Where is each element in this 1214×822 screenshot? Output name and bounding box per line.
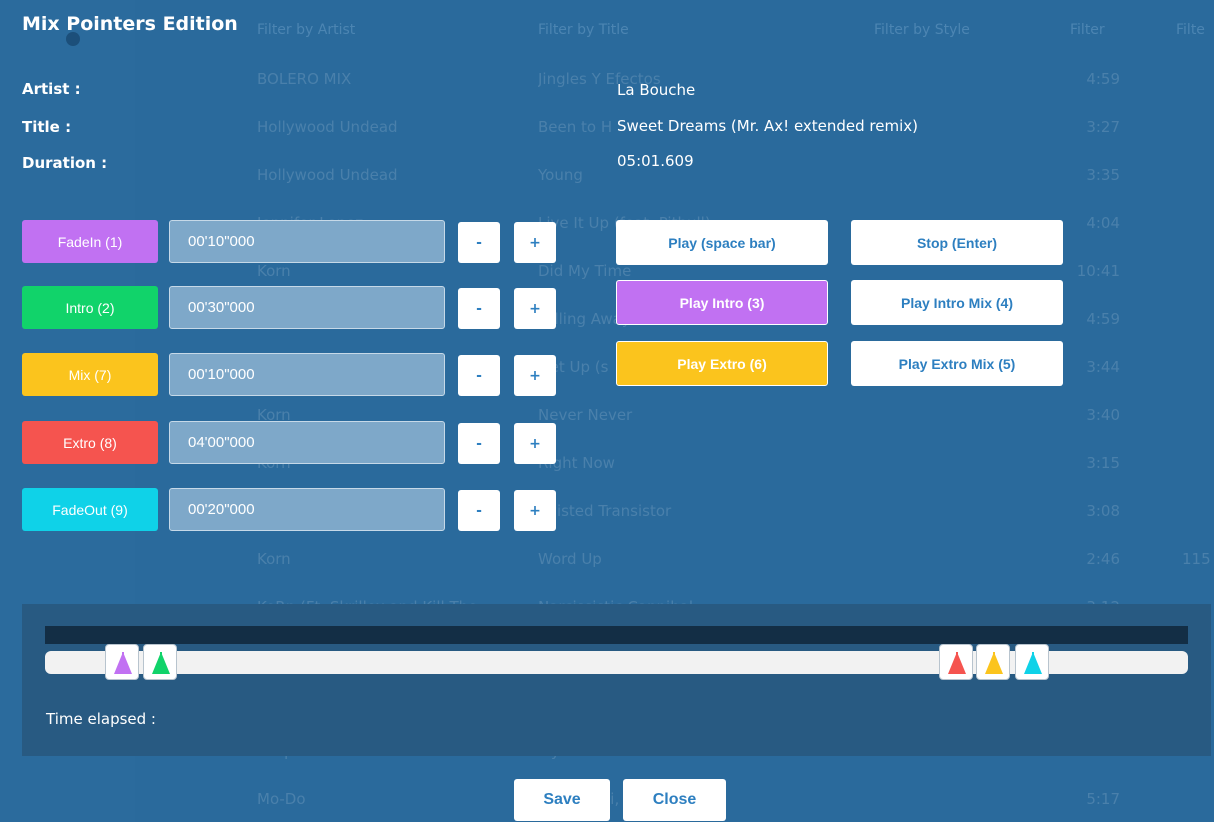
- fadeout-time-field[interactable]: 00'20"000: [169, 488, 445, 531]
- fadein-marker[interactable]: [105, 644, 139, 680]
- mix-pointers-dialog: Mix Pointers Edition Artist : Title : Du…: [0, 0, 1214, 822]
- fadeout-label: FadeOut (9): [22, 488, 158, 531]
- fadein-time-field[interactable]: 00'10"000: [169, 220, 445, 263]
- fadein-decrease-button[interactable]: -: [458, 222, 500, 263]
- close-button[interactable]: Close: [623, 779, 726, 821]
- fadeout-decrease-button[interactable]: -: [458, 490, 500, 531]
- artist-label: Artist :: [22, 80, 81, 98]
- fadeout-marker[interactable]: [1015, 644, 1049, 680]
- play-intro-mix-button[interactable]: Play Intro Mix (4): [851, 280, 1063, 325]
- intro-increase-button[interactable]: +: [514, 288, 556, 329]
- save-button[interactable]: Save: [514, 779, 610, 821]
- play-button[interactable]: Play (space bar): [616, 220, 828, 265]
- play-intro-button[interactable]: Play Intro (3): [616, 280, 828, 325]
- title-label: Title :: [22, 118, 72, 136]
- intro-marker[interactable]: [143, 644, 177, 680]
- extro-time-field[interactable]: 04'00"000: [169, 421, 445, 464]
- mix-decrease-button[interactable]: -: [458, 355, 500, 396]
- time-elapsed-label: Time elapsed :: [46, 710, 156, 728]
- intro-decrease-button[interactable]: -: [458, 288, 500, 329]
- duration-value: 05:01.609: [617, 152, 694, 170]
- extro-decrease-button[interactable]: -: [458, 423, 500, 464]
- extro-label: Extro (8): [22, 421, 158, 464]
- extro-increase-button[interactable]: +: [514, 423, 556, 464]
- duration-label: Duration :: [22, 154, 108, 172]
- mix-label: Mix (7): [22, 353, 158, 396]
- fadeout-increase-button[interactable]: +: [514, 490, 556, 531]
- mix-marker[interactable]: [976, 644, 1010, 680]
- extro-marker[interactable]: [939, 644, 973, 680]
- mix-increase-button[interactable]: +: [514, 355, 556, 396]
- intro-time-field[interactable]: 00'30"000: [169, 286, 445, 329]
- timeline-panel: Time elapsed :: [22, 604, 1211, 756]
- waveform-strip[interactable]: [45, 626, 1188, 644]
- intro-label: Intro (2): [22, 286, 158, 329]
- play-extro-mix-button[interactable]: Play Extro Mix (5): [851, 341, 1063, 386]
- play-extro-button[interactable]: Play Extro (6): [616, 341, 828, 386]
- fadein-label: FadeIn (1): [22, 220, 158, 263]
- artist-value: La Bouche: [617, 81, 696, 99]
- mix-time-field[interactable]: 00'10"000: [169, 353, 445, 396]
- stop-button[interactable]: Stop (Enter): [851, 220, 1063, 265]
- title-value: Sweet Dreams (Mr. Ax! extended remix): [617, 117, 919, 135]
- fadein-increase-button[interactable]: +: [514, 222, 556, 263]
- dialog-title: Mix Pointers Edition: [22, 13, 238, 35]
